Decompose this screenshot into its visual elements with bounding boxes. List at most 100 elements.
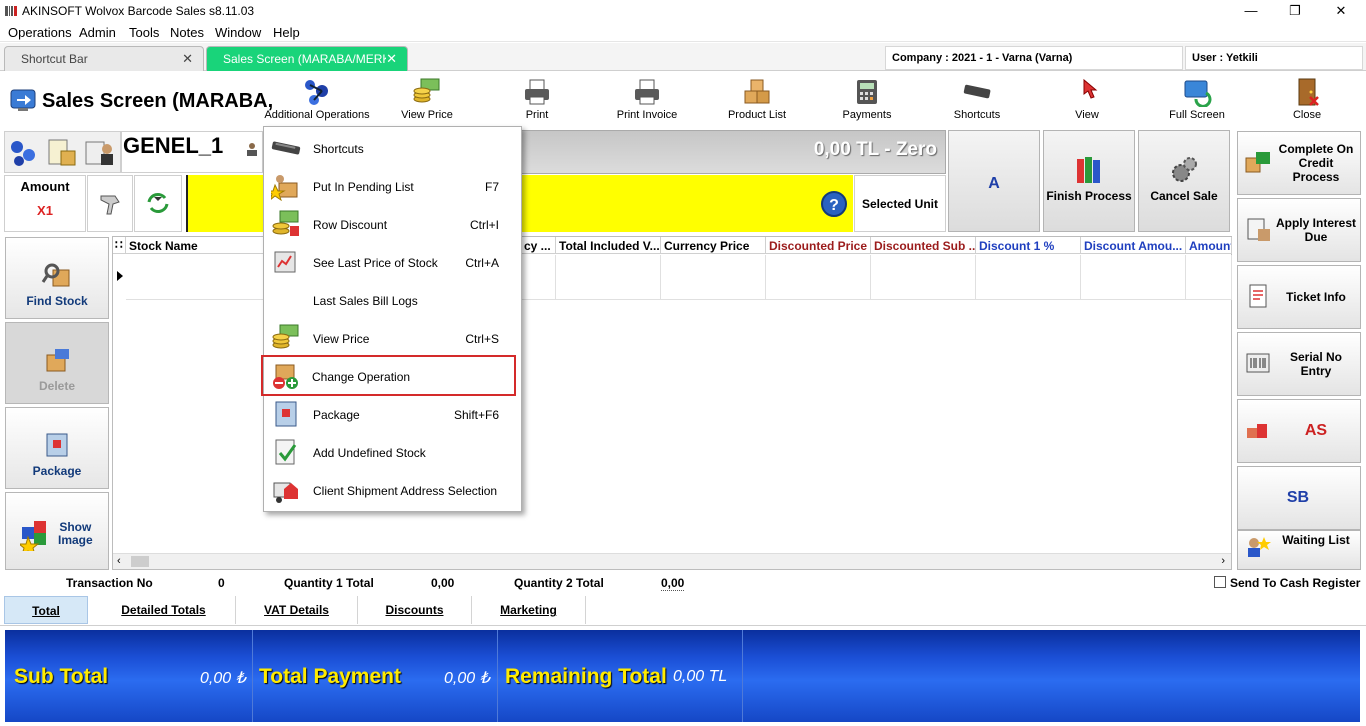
cancel-sale-label: Cancel Sale — [1150, 189, 1218, 203]
package-button[interactable]: Package — [5, 407, 109, 489]
toolbar-label: Full Screen — [1169, 109, 1225, 121]
close-window-button[interactable]: ✕ — [1318, 0, 1364, 22]
column-header[interactable]: Discount Amou... — [1081, 237, 1186, 254]
waiting-list-icon — [1244, 533, 1272, 561]
as-button[interactable]: AS — [1237, 399, 1361, 463]
menu-notes[interactable]: Notes — [170, 25, 204, 40]
menu-item-client-shipment-address[interactable]: Client Shipment Address Selection — [264, 471, 521, 509]
menu-item-view-price[interactable]: View Price Ctrl+S — [264, 319, 521, 357]
barcode-scanner-button[interactable] — [87, 175, 133, 232]
user-info: User : Yetkili — [1185, 46, 1363, 70]
menu-help[interactable]: Help — [273, 25, 300, 40]
table-cell[interactable] — [976, 255, 1081, 300]
bottom-tabs: Total Detailed Totals VAT Details Discou… — [0, 594, 1366, 626]
ticket-info-label: Ticket Info — [1286, 290, 1346, 304]
door-icon — [1292, 77, 1322, 107]
column-header[interactable]: Amount — [1186, 237, 1232, 254]
column-header[interactable]: Discounted Sub ... — [871, 237, 976, 254]
discount-icon — [271, 209, 301, 239]
table-cell[interactable] — [766, 255, 871, 300]
cancel-sale-button[interactable]: Cancel Sale — [1138, 130, 1230, 232]
menu-admin[interactable]: Admin — [79, 25, 116, 40]
delete-button[interactable]: Delete — [5, 322, 109, 404]
column-header[interactable]: Discounted Price — [766, 237, 871, 254]
credit-process-icon — [1244, 148, 1272, 176]
serial-no-entry-button[interactable]: Serial No Entry — [1237, 332, 1361, 396]
toolbar-close[interactable]: Close — [1252, 73, 1362, 125]
send-to-cash-checkbox[interactable] — [1214, 576, 1226, 588]
toolbar-shortcuts[interactable]: Shortcuts — [922, 73, 1032, 125]
menu-window[interactable]: Window — [215, 25, 261, 40]
price-level-button[interactable]: A — [948, 130, 1040, 232]
column-header[interactable]: cy ... — [521, 237, 556, 254]
column-header[interactable]: Discount 1 % — [976, 237, 1081, 254]
customer-search-icon[interactable] — [7, 137, 41, 169]
horizontal-scrollbar[interactable]: ‹ › — [113, 553, 1231, 569]
tab-discounts[interactable]: Discounts — [358, 596, 472, 624]
minimize-button[interactable]: — — [1228, 0, 1274, 22]
tab-detailed-totals[interactable]: Detailed Totals — [92, 596, 236, 624]
column-header[interactable]: Currency Price — [661, 237, 766, 254]
sb-button[interactable]: SB — [1237, 466, 1361, 530]
show-image-button[interactable]: Show Image — [5, 492, 109, 570]
quantity-strip: Transaction No 0 Quantity 1 Total 0,00 Q… — [0, 574, 1366, 592]
toolbar-print-invoice[interactable]: Print Invoice — [592, 73, 702, 125]
customer-card-icon[interactable] — [45, 137, 79, 169]
toolbar-additional-operations[interactable]: Additional Operations — [262, 73, 372, 125]
menu-operations[interactable]: Operations — [8, 25, 72, 40]
finish-process-button[interactable]: Finish Process — [1043, 130, 1135, 232]
restore-button[interactable]: ❐ — [1272, 0, 1318, 22]
tab-shortcut-bar[interactable]: Shortcut Bar ✕ — [4, 46, 204, 71]
toolbar-view-price[interactable]: View Price — [372, 73, 482, 125]
table-cell[interactable] — [871, 255, 976, 300]
monitor-icon — [1182, 77, 1212, 107]
find-stock-label: Find Stock — [26, 294, 88, 308]
menu-item-package[interactable]: Package Shift+F6 — [264, 395, 521, 433]
table-cell[interactable] — [661, 255, 766, 300]
close-icon[interactable]: ✕ — [386, 51, 397, 67]
waiting-list-button[interactable]: Waiting List — [1237, 530, 1361, 570]
column-header[interactable]: Total Included V... — [556, 237, 661, 254]
amount-box: Amount X1 — [4, 175, 86, 232]
cursor-icon — [1072, 77, 1102, 107]
tab-sales-screen[interactable]: Sales Screen (MARABA/MERK ✕ — [206, 46, 408, 71]
complete-on-credit-button[interactable]: Complete On Credit Process — [1237, 131, 1361, 195]
scroll-thumb[interactable] — [131, 556, 149, 567]
customer-info-icon[interactable] — [83, 137, 117, 169]
toolbar-product-list[interactable]: Product List — [702, 73, 812, 125]
toolbar-print[interactable]: Print — [482, 73, 592, 125]
toolbar-view[interactable]: View — [1032, 73, 1142, 125]
selected-unit-box[interactable]: Selected Unit — [854, 175, 946, 232]
scale-button[interactable] — [134, 175, 182, 232]
scroll-left-icon[interactable]: ‹ — [117, 555, 121, 567]
price-level-label: A — [988, 175, 1000, 192]
close-icon[interactable]: ✕ — [182, 51, 193, 67]
help-icon[interactable]: ? — [820, 190, 848, 218]
menu-item-add-undefined-stock[interactable]: Add Undefined Stock — [264, 433, 521, 471]
toolbar-payments[interactable]: Payments — [812, 73, 922, 125]
menu-item-last-sales-bill-logs[interactable]: Last Sales Bill Logs — [264, 281, 521, 319]
find-stock-button[interactable]: Find Stock — [5, 237, 109, 319]
table-cell[interactable] — [1186, 255, 1232, 300]
scroll-right-icon[interactable]: › — [1221, 555, 1225, 567]
menu-item-shortcuts[interactable]: Shortcuts — [264, 129, 521, 167]
menu-item-see-last-price[interactable]: See Last Price of Stock Ctrl+A — [264, 243, 521, 281]
toolbar-label: Print Invoice — [616, 109, 678, 121]
ticket-info-button[interactable]: Ticket Info — [1237, 265, 1361, 329]
apply-interest-due-button[interactable]: Apply Interest Due — [1237, 198, 1361, 262]
user-small-icon — [244, 141, 260, 157]
tab-total[interactable]: Total — [4, 596, 88, 624]
tab-vat-details[interactable]: VAT Details — [236, 596, 358, 624]
menu-tools[interactable]: Tools — [129, 25, 159, 40]
grid-corner: ∷ — [113, 237, 126, 254]
toolbar-full-screen[interactable]: Full Screen — [1142, 73, 1252, 125]
table-cell[interactable] — [1081, 255, 1186, 300]
qty1-label: Quantity 1 Total — [284, 576, 374, 590]
table-cell[interactable] — [556, 255, 661, 300]
menu-item-put-in-pending-list[interactable]: Put In Pending List F7 — [264, 167, 521, 205]
menu-item-change-operation[interactable]: Change Operation — [261, 355, 516, 396]
company-info: Company : 2021 - 1 - Varna (Varna) — [885, 46, 1183, 70]
refresh-arrows-icon — [144, 190, 172, 216]
menu-item-row-discount[interactable]: Row Discount Ctrl+I — [264, 205, 521, 243]
tab-marketing[interactable]: Marketing — [472, 596, 586, 624]
